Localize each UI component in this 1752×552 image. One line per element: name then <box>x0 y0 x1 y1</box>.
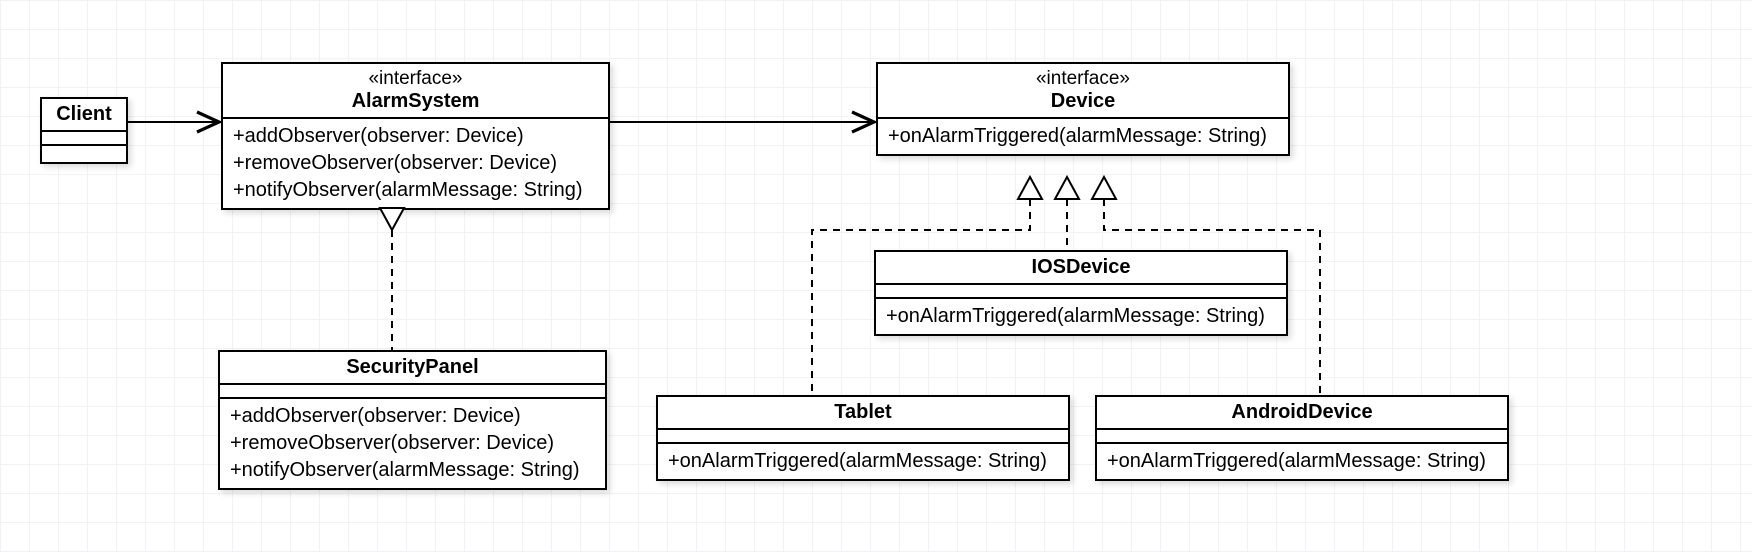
securitypanel-op-1: +removeObserver(observer: Device) <box>230 430 595 457</box>
class-securitypanel: SecurityPanel +addObserver(observer: Dev… <box>218 350 607 490</box>
alarmsystem-op-2: +notifyObserver(alarmMessage: String) <box>233 177 598 204</box>
class-alarmsystem: «interface» AlarmSystem +addObserver(obs… <box>221 62 610 210</box>
class-iosdevice: IOSDevice +onAlarmTriggered(alarmMessage… <box>874 250 1288 336</box>
device-name: Device <box>888 90 1278 113</box>
androiddevice-name: AndroidDevice <box>1107 401 1497 424</box>
securitypanel-op-0: +addObserver(observer: Device) <box>230 403 595 430</box>
realization-securitypanel-alarmsystem <box>380 208 404 350</box>
class-tablet: Tablet +onAlarmTriggered(alarmMessage: S… <box>656 395 1070 481</box>
tablet-name: Tablet <box>668 401 1058 424</box>
class-androiddevice: AndroidDevice +onAlarmTriggered(alarmMes… <box>1095 395 1509 481</box>
realization-iosdevice-device <box>1055 177 1079 250</box>
androiddevice-op-0: +onAlarmTriggered(alarmMessage: String) <box>1107 448 1497 475</box>
tablet-op-0: +onAlarmTriggered(alarmMessage: String) <box>668 448 1058 475</box>
class-client: Client <box>40 97 128 164</box>
client-name: Client <box>52 103 116 126</box>
iosdevice-op-0: +onAlarmTriggered(alarmMessage: String) <box>886 303 1276 330</box>
iosdevice-name: IOSDevice <box>886 256 1276 279</box>
alarmsystem-op-1: +removeObserver(observer: Device) <box>233 150 598 177</box>
class-device: «interface» Device +onAlarmTriggered(ala… <box>876 62 1290 156</box>
alarmsystem-name: AlarmSystem <box>233 90 598 113</box>
securitypanel-name: SecurityPanel <box>230 356 595 379</box>
securitypanel-op-2: +notifyObserver(alarmMessage: String) <box>230 457 595 484</box>
device-op-0: +onAlarmTriggered(alarmMessage: String) <box>888 123 1278 150</box>
alarmsystem-stereo: «interface» <box>233 68 598 90</box>
device-stereo: «interface» <box>888 68 1278 90</box>
alarmsystem-op-0: +addObserver(observer: Device) <box>233 123 598 150</box>
